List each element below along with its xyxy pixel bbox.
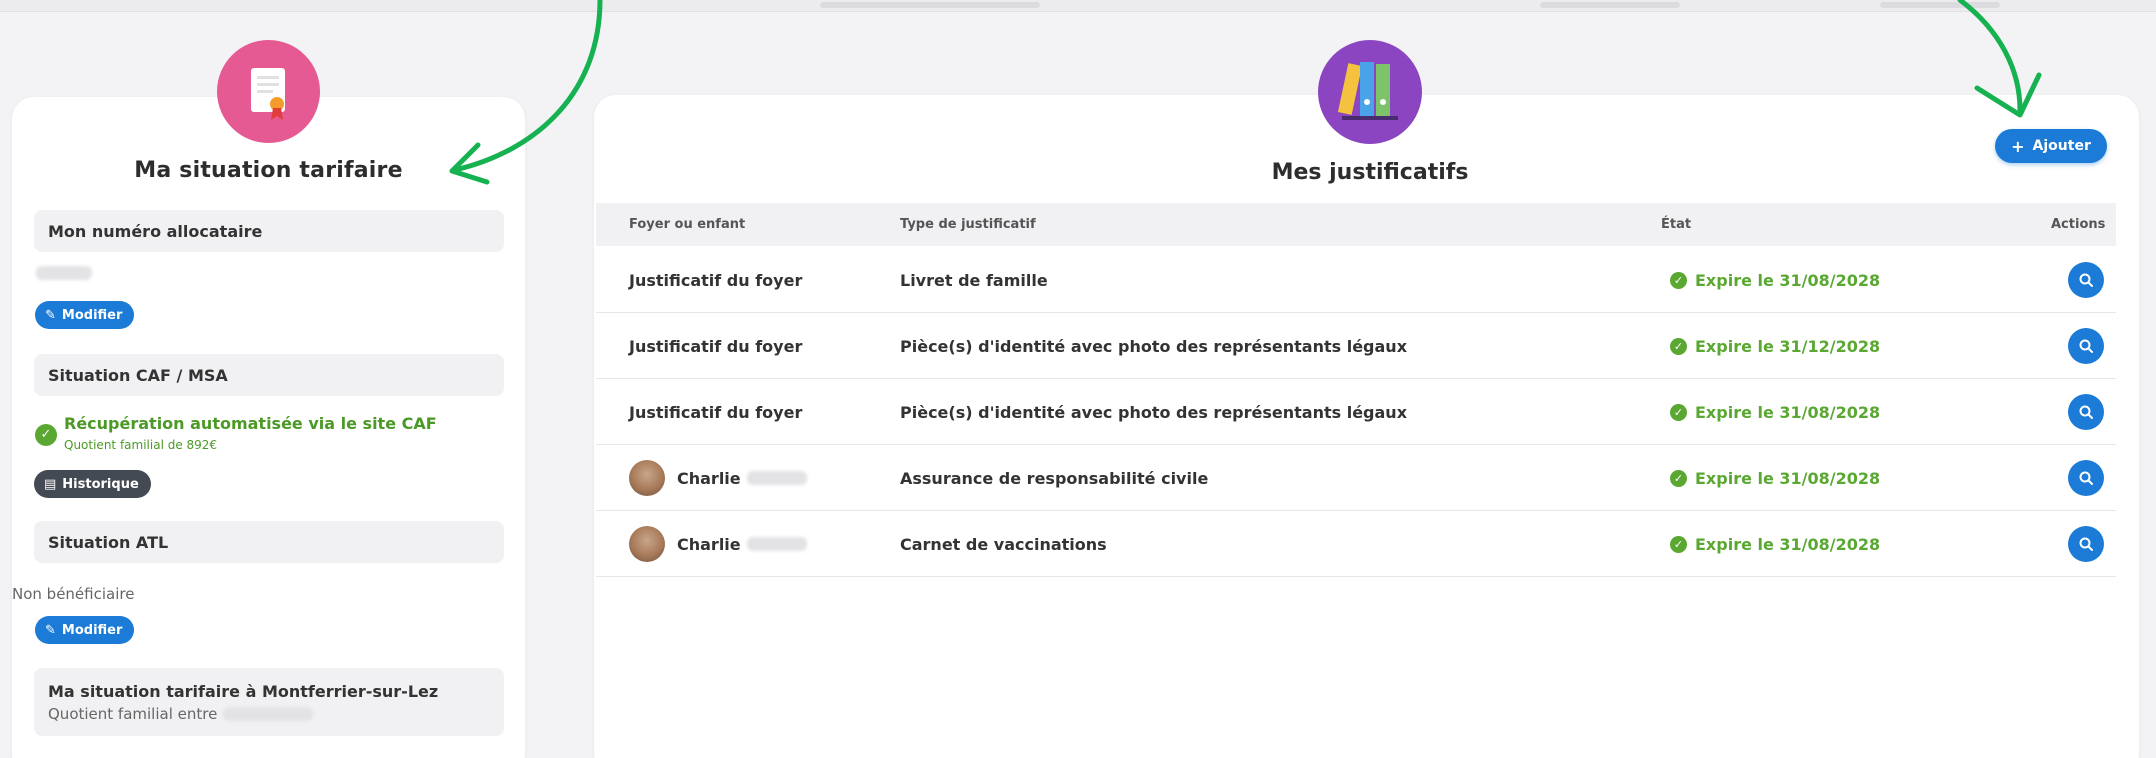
pencil-icon: ✎ [45, 307, 56, 323]
plus-icon: + [2011, 136, 2025, 156]
avatar [629, 526, 665, 562]
row-actions [2068, 247, 2104, 313]
row-owner: Justificatif du foyer [629, 336, 803, 356]
certificate-icon [217, 40, 320, 143]
allocataire-heading: Mon numéro allocataire [34, 210, 504, 252]
avatar [629, 460, 665, 496]
search-icon [2079, 537, 2093, 551]
table-header: Foyer ou enfant Type de justificatif Éta… [596, 203, 2116, 246]
caf-quotient-text: Quotient familial de 892€ [64, 438, 218, 452]
search-icon [2079, 339, 2093, 353]
binders-icon [1318, 40, 1422, 144]
row-state: ✓ Expire le 31/08/2028 [1670, 379, 1880, 445]
modify-allocataire-button[interactable]: ✎ Modifier [35, 301, 135, 329]
row-state-text: Expire le 31/08/2028 [1695, 534, 1881, 554]
documents-title: Mes justificatifs [1271, 160, 1469, 185]
tariff-situation-title: Ma situation tarifaire [134, 158, 403, 183]
top-navigation-bar [0, 0, 2156, 12]
view-document-button[interactable] [2068, 394, 2104, 430]
add-label: Ajouter [2032, 138, 2091, 154]
check-circle-icon: ✓ [1670, 469, 1687, 487]
row-type: Livret de famille [900, 270, 1048, 290]
row-owner: Justificatif du foyer [629, 402, 803, 422]
modify-label: Modifier [61, 307, 123, 323]
row-type: Pièce(s) d'identité avec photo des repré… [900, 336, 1408, 356]
atl-status-text: Non bénéficiaire [12, 585, 135, 603]
blurred-surname [746, 471, 807, 485]
row-owner-name: Charlie [677, 468, 741, 488]
view-document-button[interactable] [2068, 262, 2104, 298]
row-state: ✓ Expire le 31/12/2028 [1670, 313, 1880, 379]
row-type: Pièce(s) d'identité avec photo des repré… [900, 402, 1408, 422]
history-label: Historique [62, 476, 139, 492]
montferrier-section: Ma situation tarifaire à Montferrier-sur… [34, 668, 504, 736]
nav-placeholder [1880, 2, 2000, 8]
column-header-type: Type de justificatif [900, 217, 1036, 232]
row-actions [2068, 379, 2104, 445]
modify-label: Modifier [61, 622, 123, 638]
montferrier-heading: Ma situation tarifaire à Montferrier-sur… [48, 681, 439, 701]
table-row: Charlie Assurance de responsabilité civi… [596, 445, 2116, 511]
modify-atl-button[interactable]: ✎ Modifier [35, 616, 135, 644]
table-row: Justificatif du foyer Pièce(s) d'identit… [596, 379, 2116, 445]
montferrier-quotient-line: Quotient familial entre [48, 704, 314, 723]
blurred-quotient-range [223, 706, 314, 721]
blurred-surname [746, 537, 807, 551]
caf-status-text: Récupération automatisée via le site CAF [64, 414, 437, 433]
view-document-button[interactable] [2068, 328, 2104, 364]
column-header-actions: Actions [2051, 217, 2106, 232]
row-state: ✓ Expire le 31/08/2028 [1670, 247, 1880, 313]
atl-heading: Situation ATL [34, 521, 504, 563]
row-owner: Charlie [629, 445, 807, 511]
row-state-text: Expire le 31/08/2028 [1695, 270, 1881, 290]
history-icon: ▤ [44, 476, 57, 492]
caf-msa-heading: Situation CAF / MSA [34, 354, 504, 396]
column-header-state: État [1661, 217, 1692, 232]
row-type: Assurance de responsabilité civile [900, 468, 1209, 488]
blurred-allocataire-number [36, 266, 92, 280]
row-owner: Justificatif du foyer [629, 270, 803, 290]
view-document-button[interactable] [2068, 460, 2104, 496]
add-document-button[interactable]: + Ajouter [1995, 129, 2107, 163]
check-circle-icon: ✓ [1670, 337, 1687, 355]
row-actions [2068, 445, 2104, 511]
search-icon [2079, 471, 2093, 485]
table-row: Charlie Carnet de vaccinations ✓ Expire … [596, 511, 2116, 577]
row-type: Carnet de vaccinations [900, 534, 1107, 554]
check-circle-icon: ✓ [1670, 271, 1687, 289]
check-circle-icon: ✓ [35, 423, 57, 446]
row-state-text: Expire le 31/08/2028 [1695, 402, 1881, 422]
search-icon [2079, 273, 2093, 287]
search-icon [2079, 405, 2093, 419]
row-state: ✓ Expire le 31/08/2028 [1670, 511, 1880, 577]
pencil-icon: ✎ [45, 622, 56, 638]
nav-placeholder [820, 2, 1040, 8]
table-row: Justificatif du foyer Pièce(s) d'identit… [596, 313, 2116, 379]
row-actions [2068, 511, 2104, 577]
row-state-text: Expire le 31/12/2028 [1695, 336, 1881, 356]
row-owner-name: Charlie [677, 534, 741, 554]
montferrier-quotient: Quotient familial entre [48, 704, 218, 723]
row-actions [2068, 313, 2104, 379]
view-document-button[interactable] [2068, 526, 2104, 562]
history-button[interactable]: ▤ Historique [34, 470, 151, 498]
table-row: Justificatif du foyer Livret de famille … [596, 247, 2116, 313]
check-circle-icon: ✓ [1670, 535, 1687, 553]
row-state-text: Expire le 31/08/2028 [1695, 468, 1881, 488]
row-state: ✓ Expire le 31/08/2028 [1670, 445, 1880, 511]
row-owner: Charlie [629, 511, 807, 577]
nav-placeholder [1540, 2, 1680, 8]
column-header-owner: Foyer ou enfant [629, 217, 746, 232]
check-circle-icon: ✓ [1670, 403, 1687, 421]
arrow-right-curve [1957, 0, 2023, 113]
